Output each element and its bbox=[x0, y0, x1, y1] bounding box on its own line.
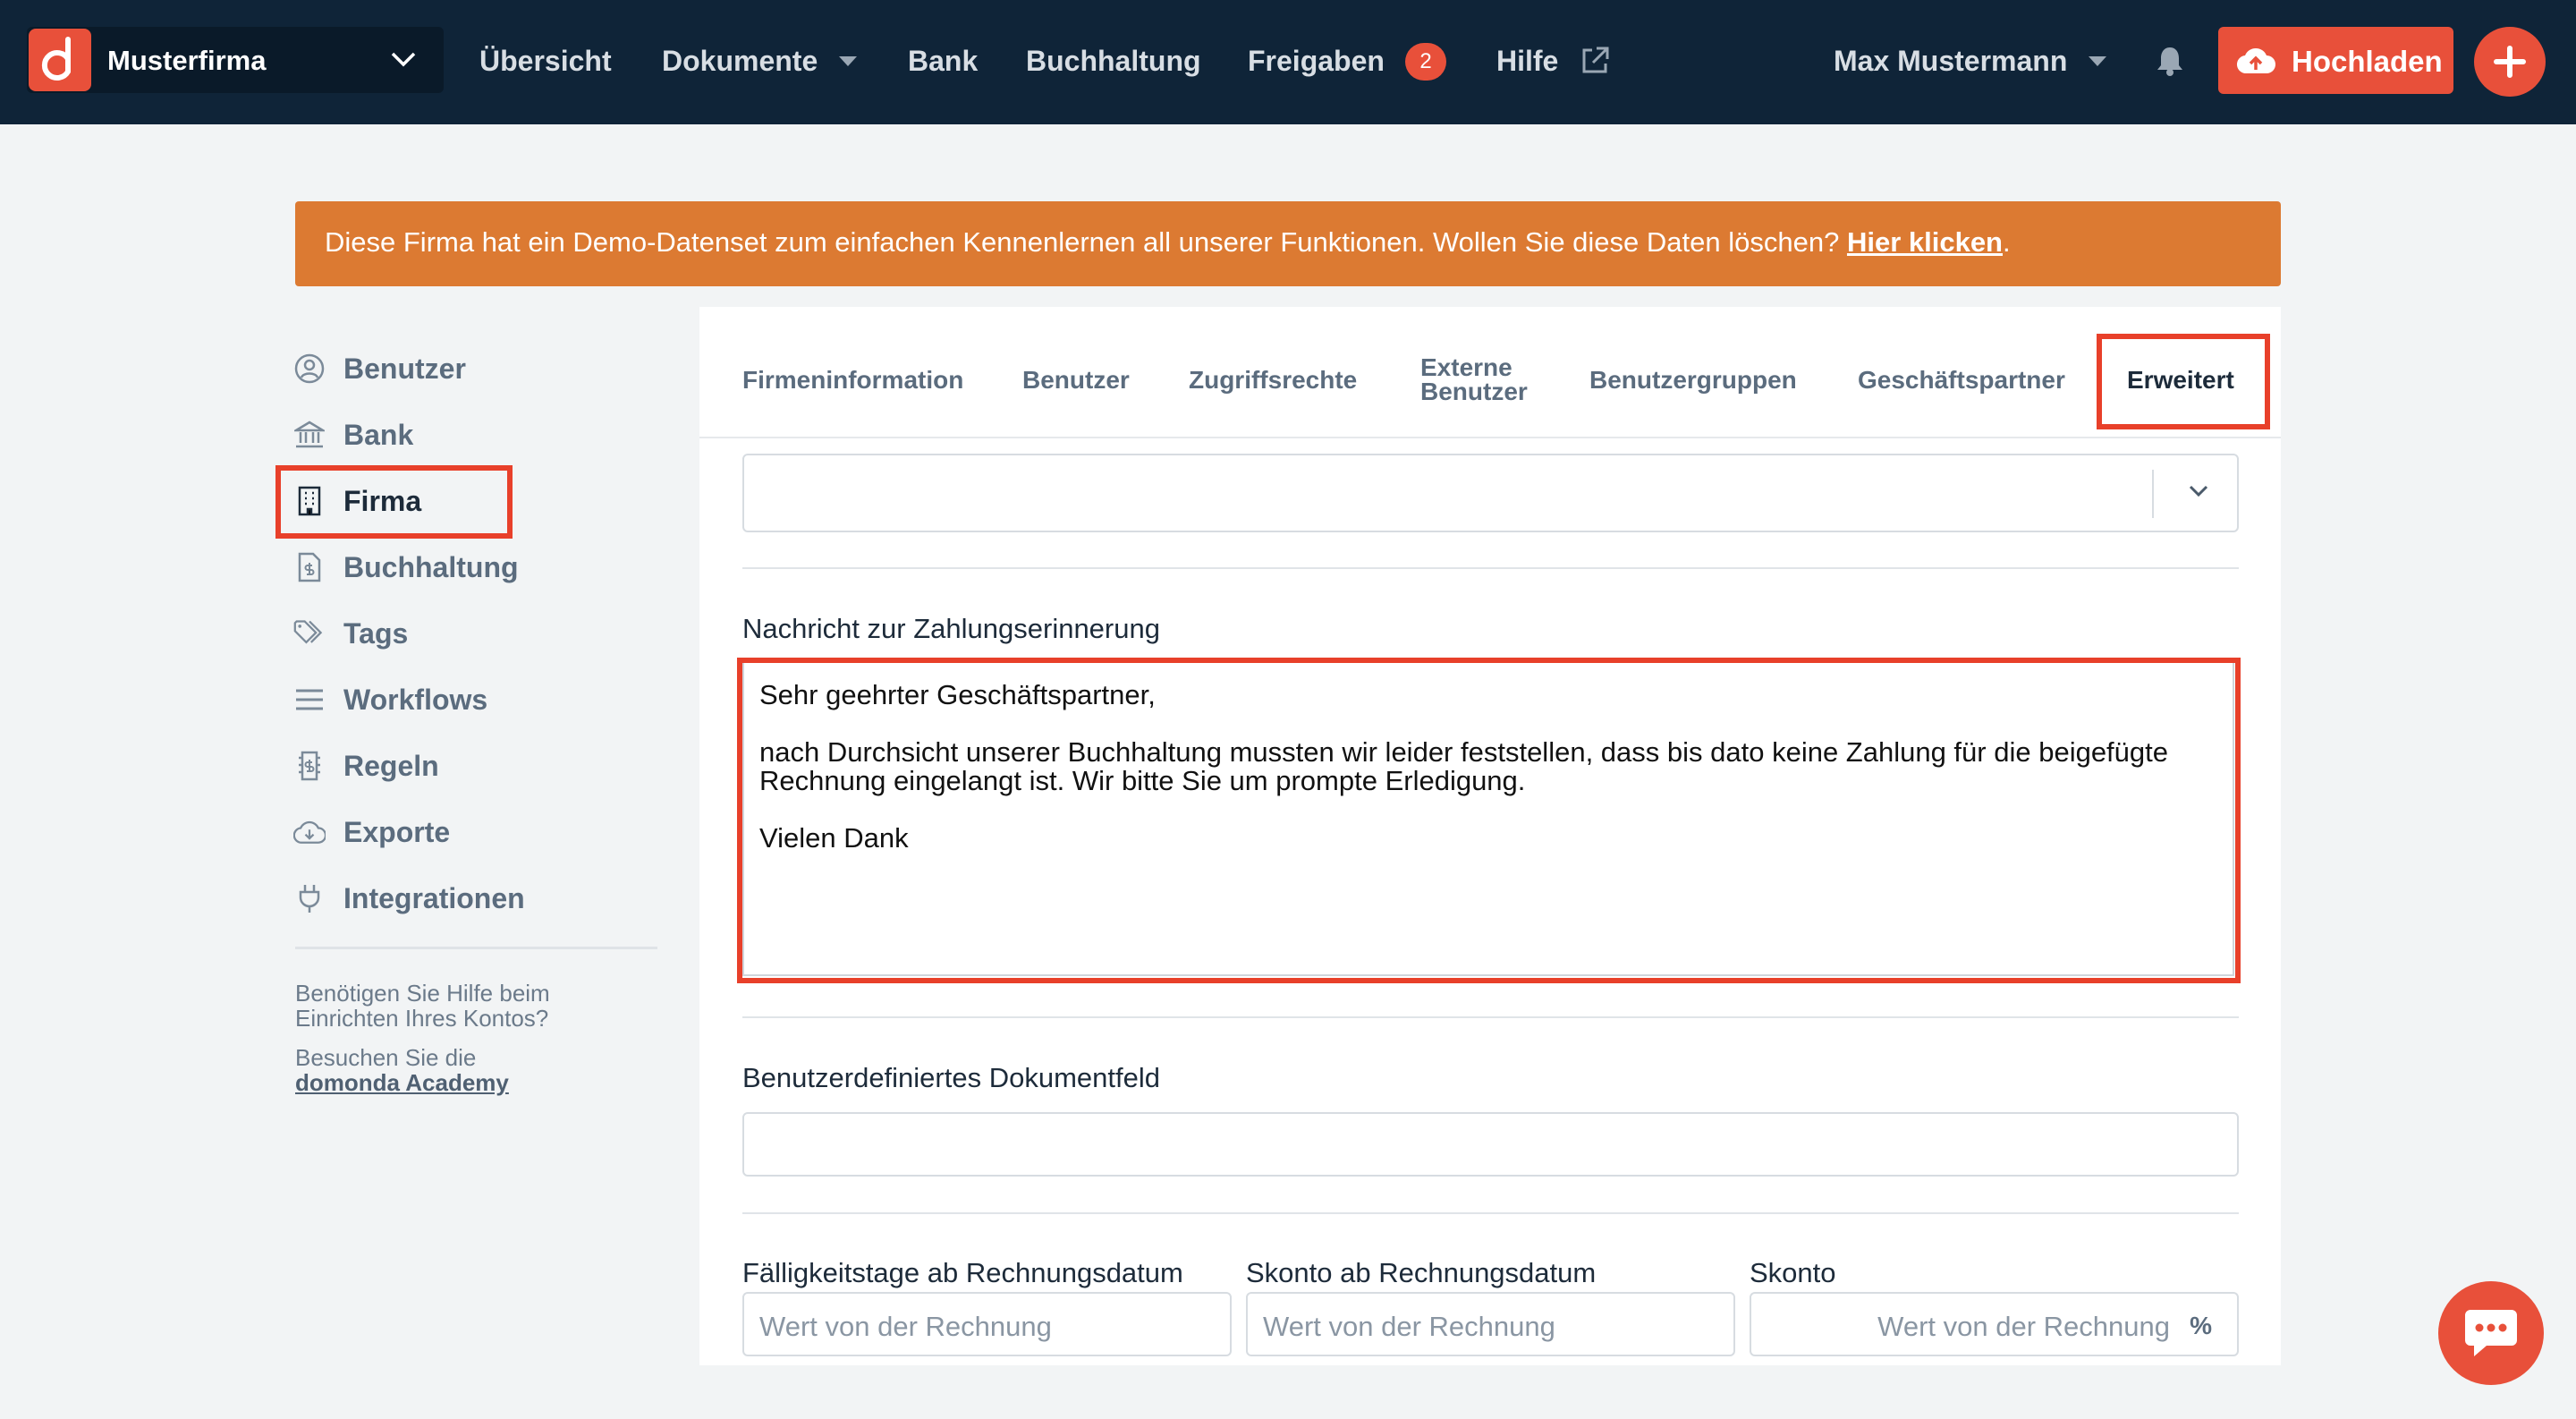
erweitert-highlight-box bbox=[2097, 334, 2270, 429]
cloud-upload-icon bbox=[2236, 48, 2275, 74]
chat-bubble-icon bbox=[2465, 1310, 2517, 1356]
sidebar-item-label: Tags bbox=[343, 616, 409, 650]
sidebar-item-buchhaltung[interactable]: Buchhaltung bbox=[293, 546, 519, 589]
sidebar-item-label: Benutzer bbox=[343, 352, 466, 385]
top-navigation-bar: Musterfirma Übersicht Dokumente Bank Buc… bbox=[0, 0, 2576, 124]
sidebar-divider bbox=[295, 947, 657, 949]
tab-externe-benutzer[interactable]: Externe Benutzer bbox=[1420, 355, 1528, 404]
sidebar-item-label: Buchhaltung bbox=[343, 550, 519, 583]
sidebar-item-bank[interactable]: Bank bbox=[293, 413, 413, 456]
skonto-input[interactable]: Wert von der Rechnung % bbox=[1750, 1292, 2239, 1356]
plus-icon bbox=[2494, 46, 2526, 78]
banner-text: Diese Firma hat ein Demo-Datenset zum ei… bbox=[325, 226, 1840, 258]
banner-delete-link[interactable]: Hier klicken bbox=[1847, 226, 2003, 258]
sidebar-item-workflows[interactable]: Workflows bbox=[293, 678, 487, 721]
custom-field-label: Benutzerdefiniertes Dokumentfeld bbox=[742, 1062, 1160, 1093]
percent-unit: % bbox=[2190, 1312, 2212, 1339]
sidebar-item-exporte[interactable]: Exporte bbox=[293, 811, 450, 854]
sidebar-item-label: Regeln bbox=[343, 749, 439, 782]
firma-highlight-box bbox=[275, 465, 513, 539]
due-days-label: Fälligkeitstage ab Rechnungsdatum bbox=[742, 1257, 1183, 1288]
tab-firmeninformation[interactable]: Firmeninformation bbox=[742, 367, 963, 394]
cloud-download-icon bbox=[293, 816, 326, 848]
section-divider bbox=[742, 1212, 2239, 1214]
upload-button[interactable]: Hochladen bbox=[2218, 27, 2453, 94]
custom-field-input[interactable] bbox=[742, 1112, 2239, 1177]
company-name: Musterfirma bbox=[107, 45, 267, 76]
list-icon bbox=[293, 684, 326, 716]
sidebar-item-integrationen[interactable]: Integrationen bbox=[293, 877, 525, 920]
freigaben-count-badge: 2 bbox=[1405, 43, 1446, 81]
settings-select[interactable] bbox=[742, 454, 2239, 532]
sidebar-item-label: Workflows bbox=[343, 683, 488, 716]
academy-prefix: Besuchen Sie die bbox=[295, 1044, 477, 1071]
tags-icon bbox=[293, 617, 326, 650]
reminder-message-label: Nachricht zur Zahlungserinnerung bbox=[742, 613, 1160, 644]
tabs-divider bbox=[699, 437, 2281, 438]
bank-icon bbox=[293, 419, 326, 451]
sidebar-item-label: Integrationen bbox=[343, 881, 525, 914]
sidebar-item-label: Exporte bbox=[343, 815, 451, 848]
nav-buchhaltung[interactable]: Buchhaltung bbox=[1026, 45, 1201, 78]
nav-hilfe[interactable]: Hilfe bbox=[1496, 45, 1558, 78]
upload-button-label: Hochladen bbox=[2292, 45, 2443, 78]
skonto-days-label: Skonto ab Rechnungsdatum bbox=[1246, 1257, 1597, 1288]
nav-freigaben[interactable]: Freigaben bbox=[1248, 45, 1385, 78]
tab-geschaeftspartner[interactable]: Geschäftspartner bbox=[1858, 367, 2065, 394]
user-menu[interactable]: Max Mustermann bbox=[1834, 45, 2067, 78]
reminder-highlight-box bbox=[737, 658, 2241, 983]
add-button[interactable] bbox=[2474, 27, 2546, 97]
chevron-down-icon bbox=[2189, 485, 2208, 497]
demo-data-banner: Diese Firma hat ein Demo-Datenset zum ei… bbox=[295, 201, 2281, 286]
user-circle-icon bbox=[293, 353, 326, 385]
skonto-days-input[interactable]: Wert von der Rechnung bbox=[1246, 1292, 1735, 1356]
chevron-down-icon bbox=[391, 52, 416, 67]
sidebar-item-tags[interactable]: Tags bbox=[293, 612, 408, 655]
accounting-file-icon bbox=[293, 551, 326, 583]
nav-dokumente[interactable]: Dokumente bbox=[662, 45, 818, 78]
skonto-label: Skonto bbox=[1750, 1257, 1836, 1288]
sidebar-item-regeln[interactable]: Regeln bbox=[293, 744, 439, 787]
external-link-icon bbox=[1582, 47, 1609, 73]
caret-down-icon bbox=[839, 56, 857, 66]
rules-icon bbox=[293, 750, 326, 782]
sidebar-academy: Besuchen Sie die domonda Academy bbox=[295, 1045, 599, 1095]
company-switcher[interactable]: Musterfirma bbox=[27, 27, 444, 93]
sidebar-item-label: Bank bbox=[343, 418, 414, 451]
section-divider bbox=[742, 1016, 2239, 1018]
chat-widget-button[interactable] bbox=[2438, 1281, 2544, 1385]
due-days-input[interactable]: Wert von der Rechnung bbox=[742, 1292, 1232, 1356]
select-separator bbox=[2152, 470, 2154, 518]
sidebar-help-text: Benötigen Sie Hilfe beim Einrichten Ihre… bbox=[295, 980, 550, 1032]
tab-benutzergruppen[interactable]: Benutzergruppen bbox=[1589, 367, 1797, 394]
tab-zugriffsrechte[interactable]: Zugriffsrechte bbox=[1189, 367, 1357, 394]
banner-suffix: . bbox=[2003, 226, 2011, 258]
academy-link[interactable]: domonda Academy bbox=[295, 1069, 509, 1096]
plug-icon bbox=[293, 882, 326, 914]
section-divider bbox=[742, 567, 2239, 569]
caret-down-icon bbox=[2089, 56, 2106, 66]
bell-icon[interactable] bbox=[2156, 46, 2184, 76]
sidebar-item-benutzer[interactable]: Benutzer bbox=[293, 347, 466, 390]
nav-bank[interactable]: Bank bbox=[908, 45, 978, 78]
tab-benutzer[interactable]: Benutzer bbox=[1022, 367, 1130, 394]
nav-uebersicht[interactable]: Übersicht bbox=[479, 45, 612, 78]
domonda-logo-icon bbox=[29, 29, 91, 91]
skonto-placeholder: Wert von der Rechnung bbox=[1877, 1311, 2170, 1342]
